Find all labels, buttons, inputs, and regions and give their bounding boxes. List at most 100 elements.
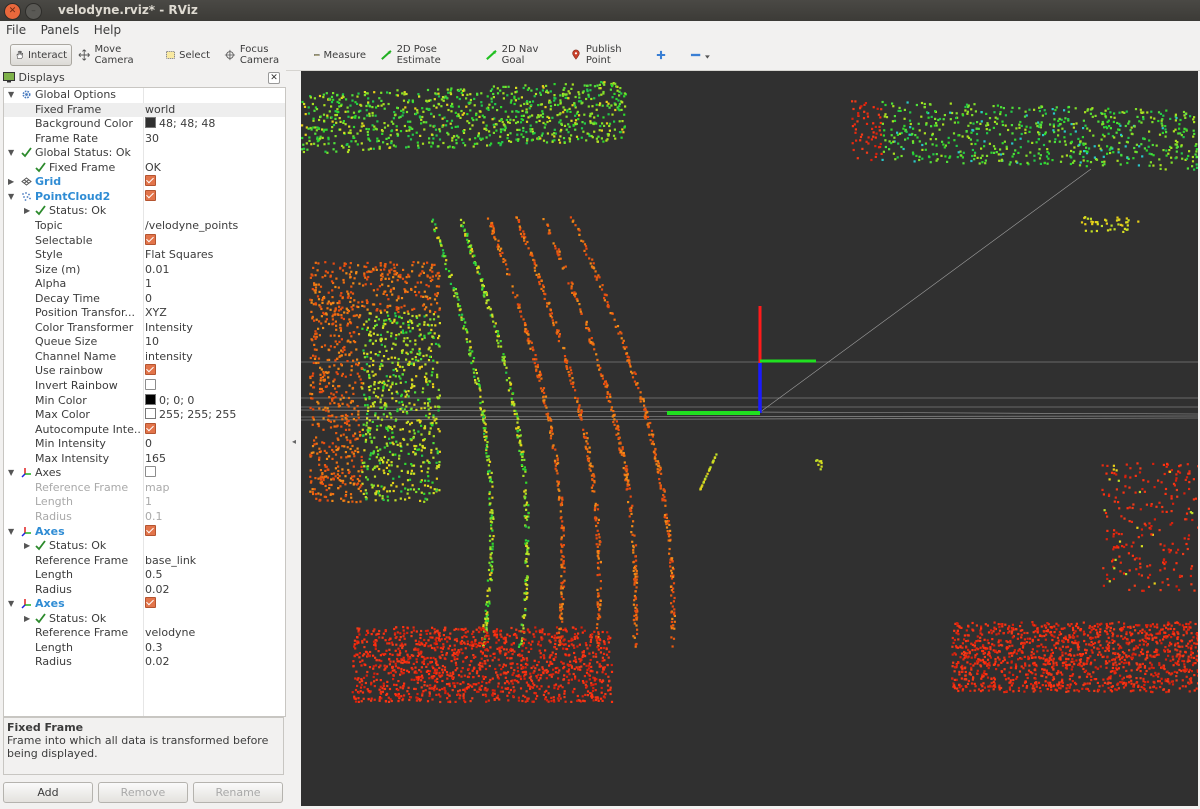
display-property-row[interactable]: ▼ Global Status: Ok	[4, 146, 285, 161]
display-property-value[interactable]	[145, 422, 156, 438]
display-property-row[interactable]: Topic/velodyne_points	[4, 219, 285, 234]
display-property-value[interactable]	[145, 233, 156, 249]
display-property-value[interactable]: 30	[145, 132, 159, 147]
expand-arrow-open-icon[interactable]: ▼	[8, 597, 14, 612]
display-property-value[interactable]: 165	[145, 452, 166, 467]
display-property-row[interactable]: Use rainbow	[4, 364, 285, 379]
close-window-button[interactable]: ✕	[4, 3, 21, 20]
display-property-value[interactable]	[145, 466, 156, 481]
menu-file[interactable]: File	[0, 21, 31, 37]
display-property-value[interactable]: velodyne	[145, 626, 195, 641]
checkbox[interactable]	[145, 466, 156, 478]
add-button[interactable]: Add	[3, 782, 93, 803]
display-property-row[interactable]: Radius 0.1	[4, 510, 285, 525]
display-property-row[interactable]: ▼ Axes	[4, 466, 285, 481]
checkbox[interactable]	[145, 524, 156, 536]
expand-arrow-closed-icon[interactable]: ▶	[24, 539, 30, 554]
rename-button[interactable]: Rename	[193, 782, 283, 803]
display-property-row[interactable]: ▶ Status: Ok	[4, 204, 285, 219]
display-property-value[interactable]: XYZ	[145, 306, 167, 321]
checkbox[interactable]	[145, 422, 156, 434]
display-property-value[interactable]: map	[145, 481, 169, 496]
expand-arrow-closed-icon[interactable]: ▶	[24, 204, 30, 219]
display-property-value[interactable]: 0.01	[145, 263, 170, 278]
menu-panels[interactable]: Panels	[35, 21, 85, 37]
display-property-row[interactable]: ▼ Global Options	[4, 88, 285, 103]
expand-arrow-open-icon[interactable]: ▼	[8, 190, 14, 205]
display-property-row[interactable]: Color Transformer Intensity	[4, 321, 285, 336]
splitter-handle[interactable]: ◂	[292, 437, 296, 446]
point-cloud-scene[interactable]	[301, 71, 1198, 806]
display-property-value[interactable]: 48; 48; 48	[145, 117, 215, 132]
checkbox[interactable]	[145, 175, 156, 187]
display-property-row[interactable]: Channel Name intensity	[4, 350, 285, 365]
display-property-row[interactable]: Size (m) 0.01	[4, 263, 285, 278]
expand-arrow-closed-icon[interactable]: ▶	[24, 612, 30, 627]
display-property-row[interactable]: ▶ Status: Ok	[4, 612, 285, 627]
display-property-row[interactable]: ▼ Axes	[4, 597, 285, 612]
display-property-row[interactable]: Invert Rainbow	[4, 379, 285, 394]
display-property-row[interactable]: Queue Size 10	[4, 335, 285, 350]
checkbox[interactable]	[145, 233, 156, 245]
expand-arrow-open-icon[interactable]: ▼	[8, 88, 14, 103]
display-property-row[interactable]: Style Flat Squares	[4, 248, 285, 263]
publish-point-tool-button[interactable]: Publish Point	[566, 44, 644, 66]
focus-camera-tool-button[interactable]: Focus Camera	[220, 44, 304, 66]
display-property-row[interactable]: Radius 0.02	[4, 583, 285, 598]
display-property-row[interactable]: Fixed Frame world	[4, 102, 285, 118]
minimize-window-button[interactable]: –	[25, 3, 42, 20]
display-property-row[interactable]: ▶ Status: Ok	[4, 539, 285, 554]
display-property-row[interactable]: Max Color 255; 255; 255	[4, 408, 285, 423]
remove-tool-menu-button[interactable]	[686, 44, 714, 66]
display-property-value[interactable]: world	[145, 103, 175, 118]
2d-nav-goal-tool-button[interactable]: 2D Nav Goal	[482, 44, 558, 66]
display-property-row[interactable]: ▼ PointCloud2	[4, 189, 285, 205]
display-property-value[interactable]: 10	[145, 335, 159, 350]
display-property-value[interactable]: /velodyne_points	[145, 219, 238, 234]
display-property-value[interactable]	[145, 379, 156, 394]
display-property-row[interactable]: Position Transfor... XYZ	[4, 306, 285, 321]
color-swatch[interactable]	[145, 117, 156, 129]
expand-arrow-open-icon[interactable]: ▼	[8, 466, 14, 481]
checkbox[interactable]	[145, 364, 156, 376]
display-property-row[interactable]: Length 0.3	[4, 641, 285, 656]
select-tool-button[interactable]: Select	[162, 44, 214, 66]
display-property-value[interactable]: OK	[145, 161, 161, 176]
display-property-row[interactable]: Frame Rate 30	[4, 132, 285, 147]
add-tool-button[interactable]	[652, 44, 670, 66]
display-property-row[interactable]: Fixed Frame OK	[4, 161, 285, 176]
display-property-value[interactable]: Flat Squares	[145, 248, 213, 263]
display-property-row[interactable]: Autocompute Inte...	[4, 422, 285, 438]
display-property-row[interactable]: Selectable	[4, 233, 285, 249]
checkbox[interactable]	[145, 189, 156, 201]
menu-help[interactable]: Help	[88, 21, 126, 37]
3d-viewport[interactable]	[301, 71, 1198, 806]
expand-arrow-closed-icon[interactable]: ▶	[8, 175, 14, 190]
display-property-row[interactable]: Length 1	[4, 495, 285, 510]
display-property-row[interactable]: Reference Frame base_link	[4, 554, 285, 569]
display-property-value[interactable]	[145, 597, 156, 612]
interact-tool-button[interactable]: Interact	[10, 44, 72, 66]
display-property-value[interactable]: base_link	[145, 554, 196, 569]
display-property-row[interactable]: Radius 0.02	[4, 655, 285, 670]
color-swatch[interactable]	[145, 408, 156, 420]
display-property-row[interactable]: Decay Time 0	[4, 292, 285, 307]
display-property-value[interactable]: 1	[145, 277, 152, 292]
display-property-value[interactable]: 0.3	[145, 641, 163, 656]
display-property-value[interactable]: 0	[145, 292, 152, 307]
display-property-value[interactable]: 0.5	[145, 568, 163, 583]
expand-arrow-open-icon[interactable]: ▼	[8, 525, 14, 540]
measure-tool-button[interactable]: Measure	[310, 44, 370, 66]
display-property-row[interactable]: Reference Frame map	[4, 481, 285, 496]
close-icon[interactable]: ✕	[268, 72, 280, 84]
2d-pose-estimate-tool-button[interactable]: 2D Pose Estimate	[377, 44, 473, 66]
display-property-row[interactable]: Min Color 0; 0; 0	[4, 393, 285, 409]
display-property-row[interactable]: Min Intensity 0	[4, 437, 285, 452]
display-property-value[interactable]: Intensity	[145, 321, 193, 336]
remove-button[interactable]: Remove	[98, 782, 188, 803]
display-property-value[interactable]: 0; 0; 0	[145, 393, 194, 409]
display-property-value[interactable]	[145, 364, 156, 379]
display-property-value[interactable]: 0	[145, 437, 152, 452]
display-property-value[interactable]: 0.02	[145, 655, 170, 670]
display-property-row[interactable]: ▶ Grid	[4, 175, 285, 190]
